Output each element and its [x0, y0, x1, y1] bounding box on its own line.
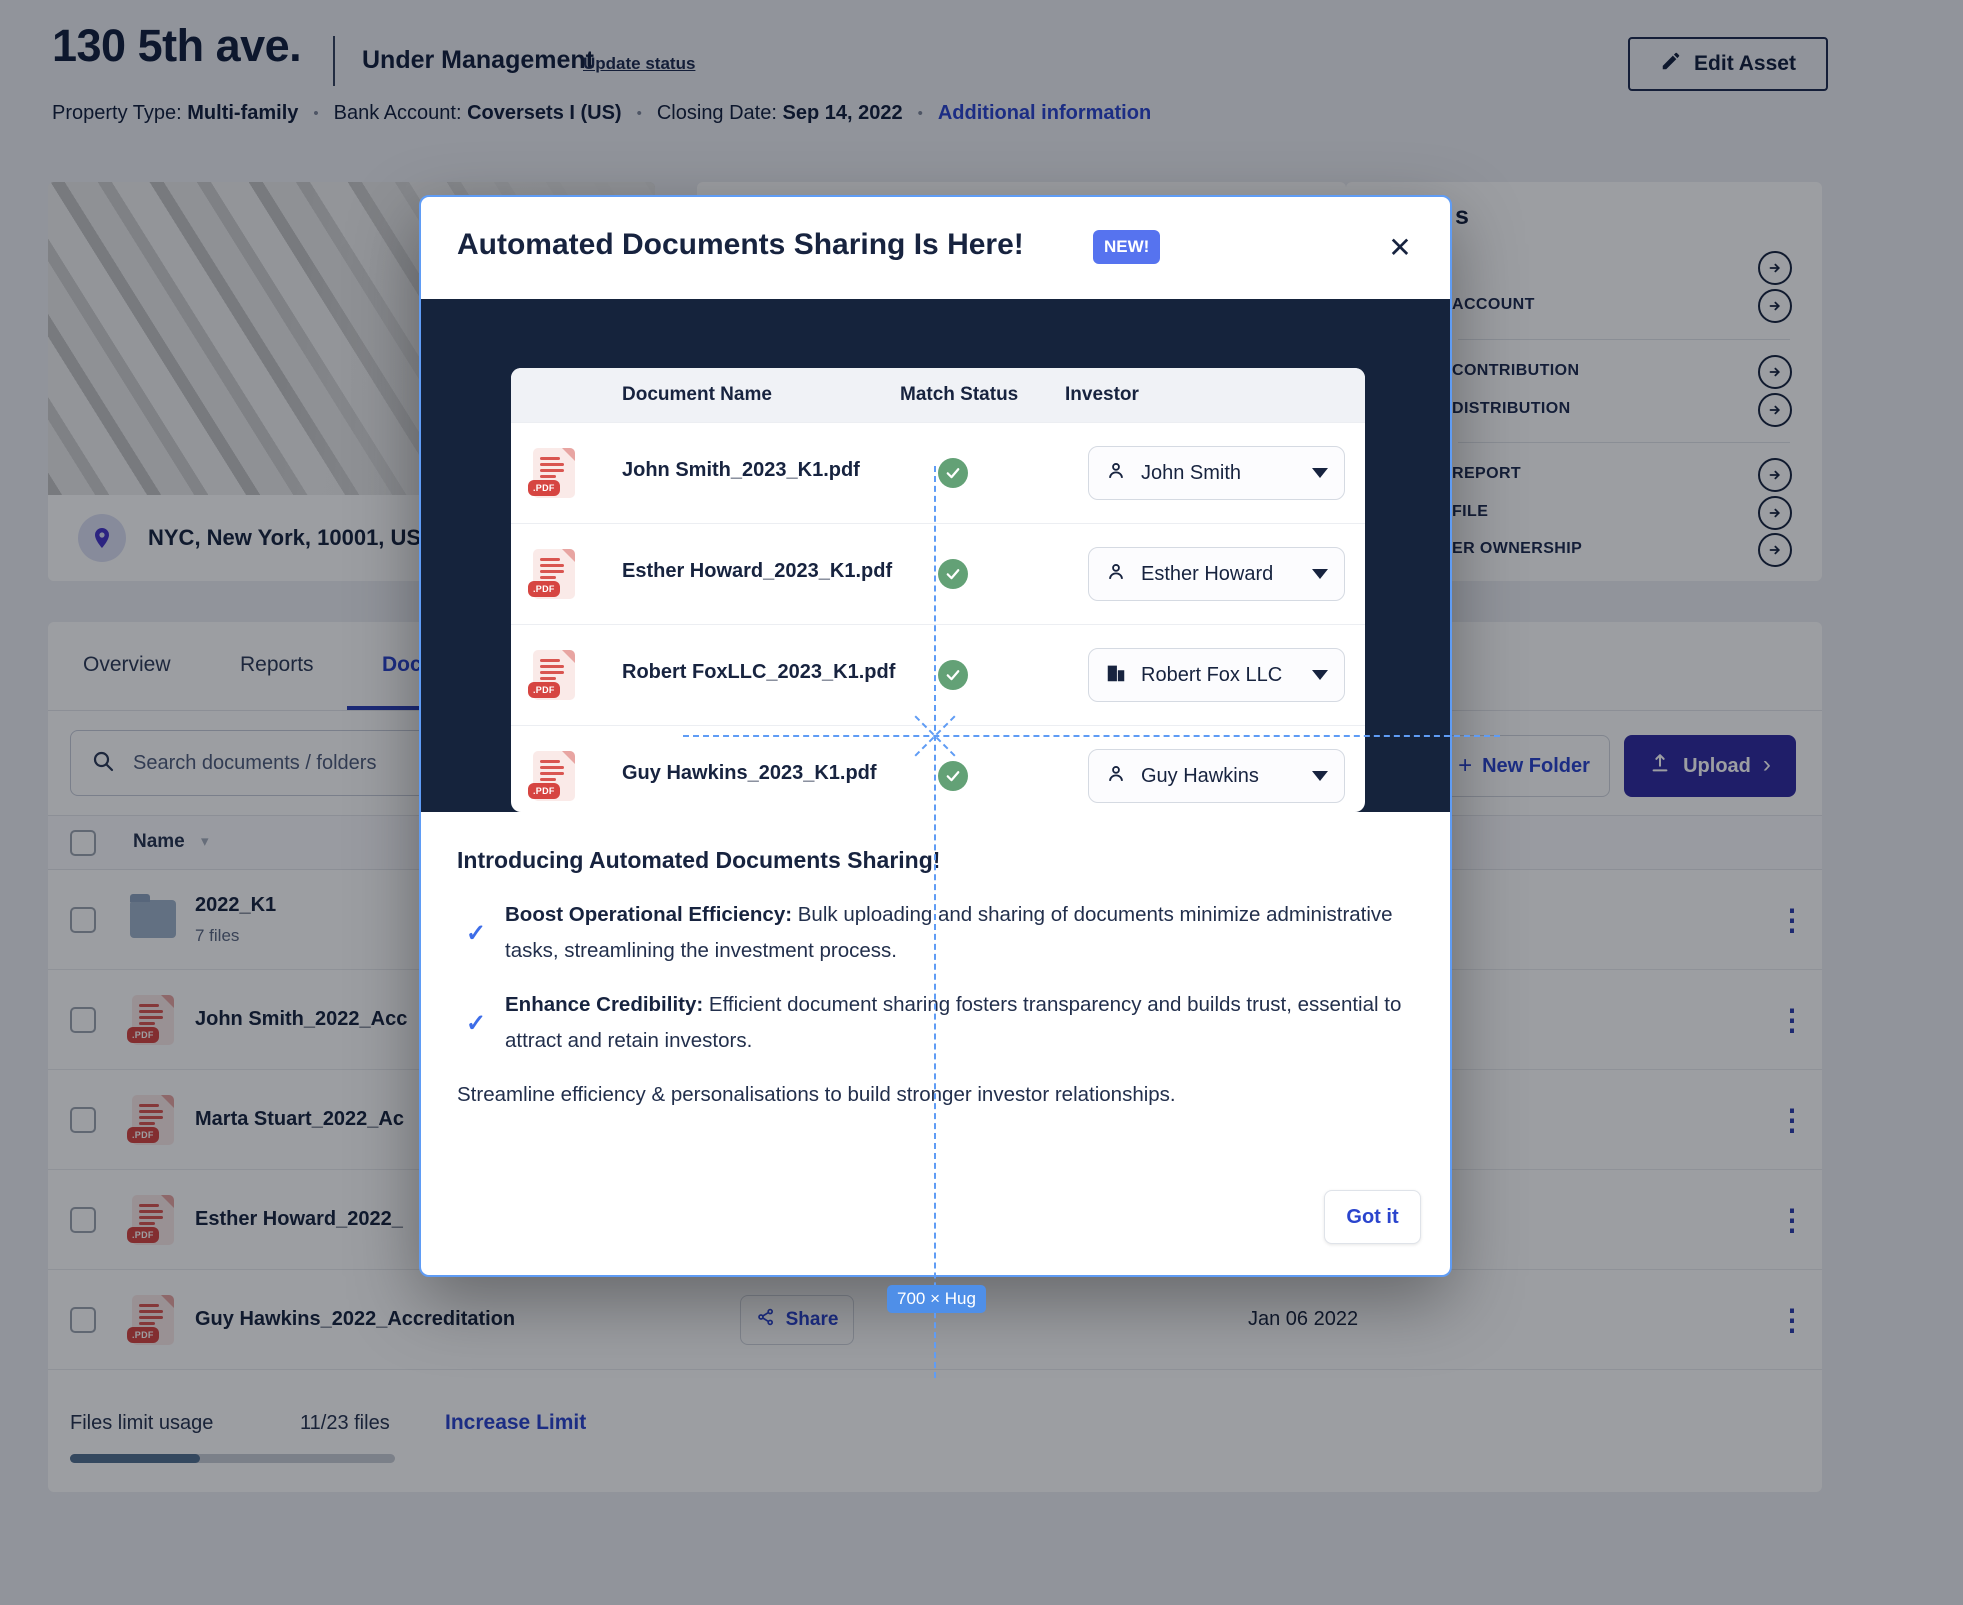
investor-select[interactable]: Guy Hawkins [1088, 749, 1345, 803]
check-icon: ✓ [466, 1009, 486, 1038]
closing-line: Streamline efficiency & personalisations… [457, 1083, 1176, 1107]
investor-select[interactable]: John Smith [1088, 446, 1345, 500]
column-document-name: Document Name [622, 384, 772, 406]
close-icon[interactable]: ✕ [1380, 227, 1420, 267]
app-root: 130 5th ave. Under Management Update sta… [0, 0, 1963, 1605]
person-icon [1105, 763, 1127, 790]
pdf-file-icon: .PDF [533, 751, 575, 801]
check-icon: ✓ [466, 919, 486, 948]
column-investor: Investor [1065, 384, 1139, 406]
match-row: .PDF Guy Hawkins_2023_K1.pdf Guy Hawkins [511, 725, 1365, 812]
figma-size-badge: 700 × Hug [887, 1285, 986, 1313]
document-name: Esther Howard_2023_K1.pdf [622, 560, 892, 583]
match-row: .PDF John Smith_2023_K1.pdf John Smith [511, 422, 1365, 523]
pdf-file-icon: .PDF [533, 650, 575, 700]
person-icon [1105, 561, 1127, 588]
automated-sharing-modal: Automated Documents Sharing Is Here! NEW… [419, 195, 1452, 1277]
match-success-icon [938, 458, 968, 488]
match-success-icon [938, 761, 968, 791]
investor-select[interactable]: Esther Howard [1088, 547, 1345, 601]
caret-down-icon [1312, 771, 1328, 781]
match-success-icon [938, 559, 968, 589]
caret-down-icon [1312, 569, 1328, 579]
new-badge: NEW! [1093, 230, 1160, 264]
match-row: .PDF Robert FoxLLC_2023_K1.pdf Robert Fo… [511, 624, 1365, 725]
column-match-status: Match Status [900, 384, 1018, 406]
person-icon [1105, 460, 1127, 487]
caret-down-icon [1312, 468, 1328, 478]
pdf-file-icon: .PDF [533, 549, 575, 599]
match-table: Document Name Match Status Investor .PDF… [511, 368, 1365, 812]
pdf-file-icon: .PDF [533, 448, 575, 498]
modal-preview-panel: Document Name Match Status Investor .PDF… [421, 299, 1450, 812]
caret-down-icon [1312, 670, 1328, 680]
document-name: Robert FoxLLC_2023_K1.pdf [622, 661, 895, 684]
intro-heading: Introducing Automated Documents Sharing! [457, 847, 940, 874]
company-icon [1105, 662, 1127, 689]
modal-title: Automated Documents Sharing Is Here! [457, 228, 1024, 262]
match-success-icon [938, 660, 968, 690]
got-it-button[interactable]: Got it [1324, 1190, 1421, 1244]
match-row: .PDF Esther Howard_2023_K1.pdf Esther Ho… [511, 523, 1365, 624]
investor-select[interactable]: Robert Fox LLC [1088, 648, 1345, 702]
document-name: John Smith_2023_K1.pdf [622, 459, 860, 482]
match-table-header: Document Name Match Status Investor [511, 368, 1365, 422]
document-name: Guy Hawkins_2023_K1.pdf [622, 762, 877, 785]
